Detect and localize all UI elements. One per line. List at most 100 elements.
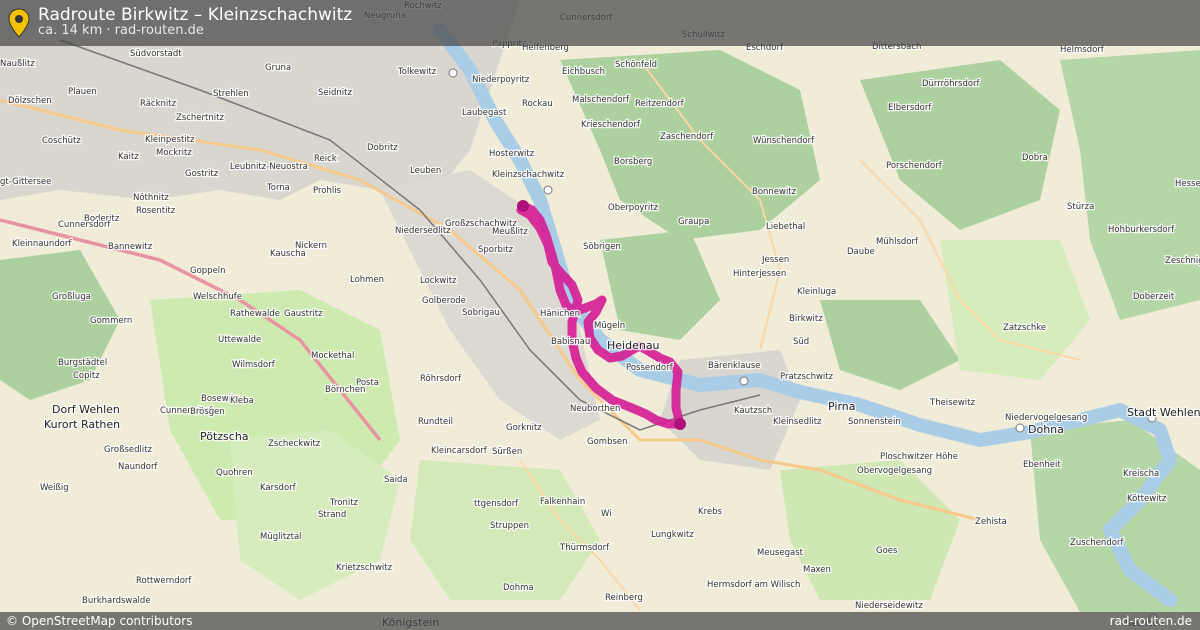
osm-attribution[interactable]: © OpenStreetMap contributors xyxy=(6,612,192,630)
place-label: Plauen xyxy=(68,87,97,97)
place-label: Liebethal xyxy=(766,222,805,232)
footer-bar: © OpenStreetMap contributors rad-routen.… xyxy=(0,612,1200,630)
place-label: Schönfeld xyxy=(615,60,657,70)
place-label: Zeschnig xyxy=(1165,256,1200,266)
place-label: Sürßen xyxy=(492,447,522,457)
place-label: Struppen xyxy=(490,521,529,531)
place-label: Copitz xyxy=(73,371,100,381)
place-label: Hesse xyxy=(1175,179,1200,189)
place-label: Kreischa xyxy=(1123,469,1159,479)
place-label: Mühlsdorf xyxy=(876,237,919,247)
place-label: Obervogelgesang xyxy=(857,466,932,476)
place-label: Heidenau xyxy=(607,339,660,352)
place-label: Daube xyxy=(847,247,875,257)
town-icon xyxy=(448,68,458,78)
town-icon xyxy=(1015,423,1025,433)
place-label: Großsedlitz xyxy=(104,445,153,455)
place-label: Reinberg xyxy=(605,593,643,603)
place-label: Räcknitz xyxy=(140,99,177,109)
place-label: Gostritz xyxy=(185,169,219,179)
place-label: Pratzschwitz xyxy=(780,372,834,382)
route-end-marker[interactable] xyxy=(674,418,686,430)
brand-link[interactable]: rad-routen.de xyxy=(1110,612,1192,630)
place-label: Coschütz xyxy=(42,136,81,146)
map-canvas[interactable]: RochwitzNeugrunaCunnersdorfSchullwitzPap… xyxy=(0,0,1200,630)
place-label: Zuschendorf xyxy=(1070,538,1124,548)
place-label: Zaschendorf xyxy=(660,132,714,142)
place-label: Mügeln xyxy=(594,321,625,331)
place-label: Krietzschwitz xyxy=(336,563,393,573)
place-label: Graupa xyxy=(678,217,709,227)
place-label: Stürza xyxy=(1067,202,1094,212)
place-label: Niedersedlitz xyxy=(395,226,451,236)
place-label: Gommern xyxy=(90,316,132,326)
place-label: Quohren xyxy=(216,468,253,478)
place-label: Gorknitz xyxy=(506,423,542,433)
place-label: Lohmen xyxy=(350,275,384,285)
place-label: Falkenhain xyxy=(540,497,585,507)
place-label: Kauscha xyxy=(270,249,306,259)
place-label: Niederpoyritz xyxy=(472,75,530,85)
place-label: Meusegast xyxy=(757,548,804,558)
place-label: Kleincarsdorf xyxy=(431,446,488,456)
place-label: Seidnitz xyxy=(318,88,352,98)
place-label: Babisnau xyxy=(551,337,590,347)
place-label: Mockritz xyxy=(156,148,192,158)
place-label: Reick xyxy=(314,154,337,164)
place-label: Rosentitz xyxy=(136,206,176,216)
town-icon xyxy=(739,376,749,386)
place-label: Strand xyxy=(318,510,346,520)
place-label: Lockwitz xyxy=(420,276,457,286)
town-icon xyxy=(543,185,553,195)
place-label: Sonnenstein xyxy=(848,417,901,427)
place-label: Helmsdorf xyxy=(1060,45,1105,55)
place-label: Rathewalde xyxy=(230,309,280,319)
place-label: Jessen xyxy=(761,255,789,265)
place-label: Torna xyxy=(266,183,290,193)
place-label: Porschendorf xyxy=(886,161,943,171)
place-label: Niederseidewitz xyxy=(855,601,923,611)
place-label: Lungkwitz xyxy=(651,530,694,540)
place-label: Uttewalde xyxy=(218,335,261,345)
place-label: Pötzscha xyxy=(200,430,249,443)
place-label: Zatzschke xyxy=(1003,323,1046,333)
place-label: Eichbusch xyxy=(562,67,605,77)
place-label: Thürmsdorf xyxy=(559,543,610,553)
place-label: Pirna xyxy=(828,400,856,413)
place-label: Großluga xyxy=(52,292,91,302)
place-label: Söbrigen xyxy=(583,242,621,252)
place-label: Reitzendorf xyxy=(635,99,685,109)
place-label: Kaitz xyxy=(118,152,139,162)
place-label: Strehlen xyxy=(213,89,249,99)
place-label: Kleinzschachwitz xyxy=(492,170,565,180)
place-label: Bonnewitz xyxy=(752,187,797,197)
place-label: Leubnitz-Neuostra xyxy=(230,162,308,172)
place-label: Kleinluga xyxy=(797,287,836,297)
place-label: Mockethal xyxy=(311,351,354,361)
place-label: Wi xyxy=(601,509,612,519)
place-label: Weißig xyxy=(40,483,69,493)
place-label: Tronitz xyxy=(329,498,359,508)
place-label: Ploschwitzer Höhe xyxy=(880,452,958,462)
place-label: Nöthnitz xyxy=(133,193,169,203)
route-start-marker[interactable] xyxy=(517,200,529,212)
place-label: Burgstädtel xyxy=(58,358,107,368)
place-label: Müglitztal xyxy=(260,532,302,542)
place-label: Borsberg xyxy=(614,157,652,167)
place-label: Hohburkersdorf xyxy=(1108,225,1175,235)
place-label: Kleinpestitz xyxy=(145,135,195,145)
place-label: Dorf Wehlen xyxy=(52,403,120,416)
place-label: Gaustritz xyxy=(284,309,323,319)
place-label: Gruna xyxy=(265,63,291,73)
place-label: Röhrsdorf xyxy=(420,374,462,384)
place-label: Niedervogelgesang xyxy=(1005,413,1087,423)
place-label: Doberzeit xyxy=(1133,292,1175,302)
place-label: Rottwerndorf xyxy=(136,576,192,586)
place-label: Goppeln xyxy=(190,266,226,276)
place-label: Malschendorf xyxy=(572,95,630,105)
place-label: Prohlis xyxy=(313,186,342,196)
place-label: Cunnersdorf xyxy=(58,220,111,230)
place-label: Ebenheit xyxy=(1023,460,1061,470)
place-label: Welschhufe xyxy=(193,292,242,302)
place-label: Dürrröhrsdorf xyxy=(922,79,981,89)
